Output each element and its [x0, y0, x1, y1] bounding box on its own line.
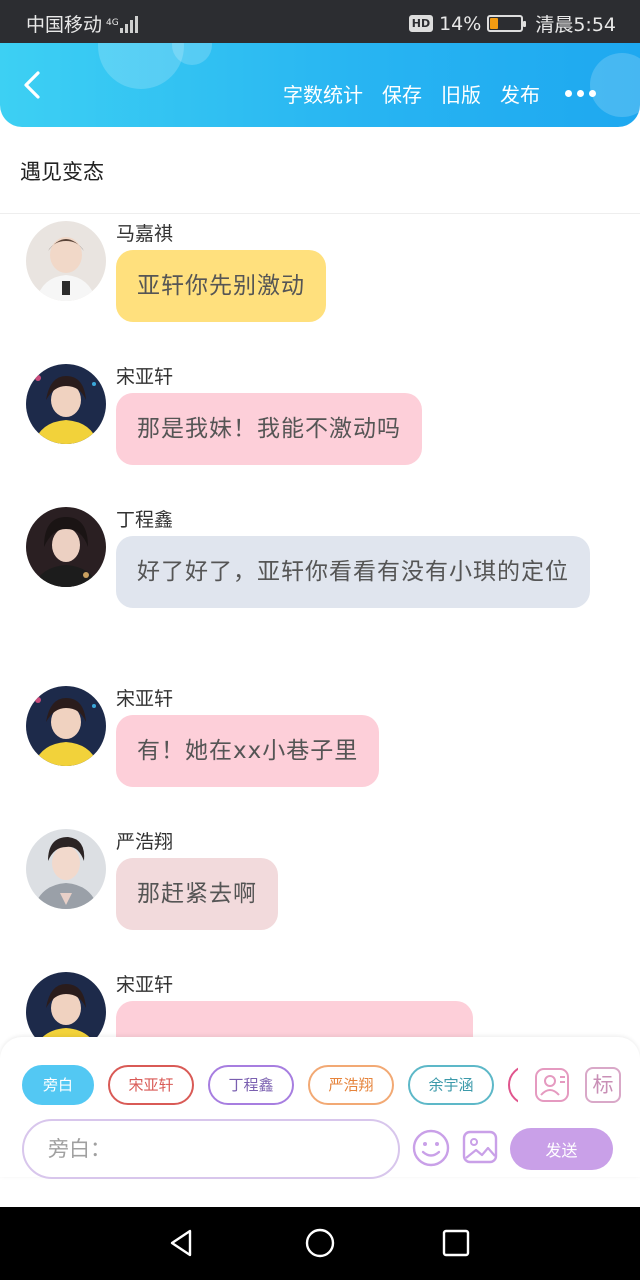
message-bubble[interactable]: 那是我妹！我能不激动吗: [116, 393, 422, 465]
add-character-icon[interactable]: [534, 1067, 570, 1103]
sender-name: 宋亚轩: [116, 688, 174, 710]
message-item[interactable]: 严浩翔 那赶紧去啊: [0, 822, 640, 930]
sender-name: 马嘉祺: [116, 223, 174, 245]
home-nav-icon[interactable]: [304, 1227, 336, 1259]
avatar[interactable]: [26, 829, 106, 909]
battery-percent: 14%: [439, 12, 482, 35]
publish-button[interactable]: 发布: [500, 79, 540, 108]
role-chip[interactable]: 宋亚轩: [108, 1065, 194, 1105]
send-button[interactable]: 发送: [510, 1128, 613, 1170]
role-chip[interactable]: 丁程鑫: [208, 1065, 294, 1105]
save-button[interactable]: 保存: [382, 79, 422, 108]
story-title[interactable]: 遇见变态: [20, 156, 104, 186]
role-chip[interactable]: 余宇涵: [408, 1065, 494, 1105]
avatar[interactable]: [26, 972, 106, 1037]
more-options-icon[interactable]: [565, 90, 596, 97]
avatar[interactable]: [26, 686, 106, 766]
message-item[interactable]: 宋亚轩: [0, 965, 640, 1037]
message-item[interactable]: 马嘉祺 亚轩你先别激动: [0, 214, 640, 322]
message-bubble[interactable]: 好了好了，亚轩你看看有没有小琪的定位: [116, 536, 590, 608]
tag-icon[interactable]: 标: [585, 1067, 621, 1103]
composer-panel: 旁白宋亚轩丁程鑫严浩翔余宇涵 标 发送: [0, 1037, 640, 1179]
sender-name: 丁程鑫: [116, 509, 174, 531]
image-icon[interactable]: [462, 1130, 498, 1164]
back-icon[interactable]: [18, 69, 50, 101]
message-bubble[interactable]: [116, 1001, 473, 1037]
message-input-wrapper[interactable]: [22, 1119, 400, 1179]
message-item[interactable]: 宋亚轩 有！她在xx小巷子里: [0, 679, 640, 787]
clock: 清晨5:54: [535, 14, 616, 36]
system-nav-bar: [0, 1207, 640, 1280]
sender-name: 严浩翔: [116, 831, 174, 853]
status-bar: 中国移动 4G HD 14% 清晨5:54: [0, 0, 640, 43]
recents-nav-icon[interactable]: [440, 1227, 472, 1259]
avatar[interactable]: [26, 364, 106, 444]
sender-name: 宋亚轩: [116, 974, 174, 996]
hd-icon: HD: [408, 15, 434, 32]
message-bubble[interactable]: 亚轩你先别激动: [116, 250, 326, 322]
message-bubble[interactable]: 那赶紧去啊: [116, 858, 278, 930]
role-chip[interactable]: 严浩翔: [308, 1065, 394, 1105]
signal-icon: [120, 15, 139, 33]
carrier-label: 中国移动: [26, 14, 103, 36]
emoji-icon[interactable]: [411, 1128, 451, 1168]
message-list[interactable]: 马嘉祺 亚轩你先别激动 宋亚轩 那是我妹！我能不激动吗 丁程鑫 好了好了，亚轩你…: [0, 214, 640, 1037]
message-bubble[interactable]: 有！她在xx小巷子里: [116, 715, 380, 787]
message-item[interactable]: 宋亚轩 那是我妹！我能不激动吗: [0, 357, 640, 465]
role-chip-partial[interactable]: [508, 1065, 518, 1105]
avatar[interactable]: [26, 507, 106, 587]
role-selector[interactable]: 旁白 宋亚轩 丁程鑫 严浩翔 余宇涵: [22, 1065, 518, 1107]
app-header: 字数统计 保存 旧版 发布: [0, 43, 640, 127]
message-item[interactable]: 丁程鑫 好了好了，亚轩你看看有没有小琪的定位: [0, 500, 640, 608]
role-chip-narration[interactable]: 旁白: [22, 1065, 94, 1105]
avatar[interactable]: [26, 221, 106, 301]
battery-icon: [487, 15, 527, 32]
network-type: 4G: [106, 18, 119, 28]
back-nav-icon[interactable]: [166, 1227, 198, 1259]
message-input[interactable]: [24, 1121, 398, 1177]
sender-name: 宋亚轩: [116, 366, 174, 388]
old-version-button[interactable]: 旧版: [441, 79, 481, 108]
word-count-button[interactable]: 字数统计: [283, 79, 363, 108]
